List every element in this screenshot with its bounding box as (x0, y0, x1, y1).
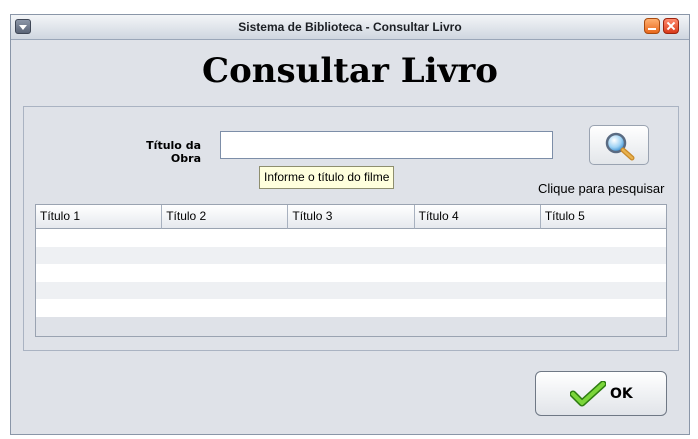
ok-button[interactable]: OK (535, 371, 667, 416)
window-title: Sistema de Biblioteca - Consultar Livro (238, 20, 462, 34)
table-row[interactable] (36, 299, 666, 317)
column-header[interactable]: Título 2 (162, 205, 289, 229)
table-row[interactable] (36, 229, 666, 247)
search-button[interactable] (589, 125, 649, 165)
table-header: Título 1 Título 2 Título 3 Título 4 Títu… (36, 205, 666, 229)
title-bar[interactable]: Sistema de Biblioteca - Consultar Livro (11, 15, 689, 40)
table-row[interactable] (36, 281, 666, 299)
column-header[interactable]: Título 1 (36, 205, 163, 229)
column-header[interactable]: Título 4 (414, 205, 541, 229)
search-hint: Clique para pesquisar (538, 181, 665, 196)
page-title: Consultar Livro (202, 51, 498, 91)
checkmark-icon (570, 381, 606, 407)
results-table[interactable]: Título 1 Título 2 Título 3 Título 4 Títu… (35, 204, 667, 337)
table-row[interactable] (36, 264, 666, 282)
magnifier-icon (605, 132, 635, 161)
column-header[interactable]: Título 3 (288, 205, 415, 229)
ok-button-label: OK (610, 386, 633, 402)
close-icon[interactable] (663, 18, 679, 34)
title-tooltip: Informe o título do filme (259, 166, 395, 189)
column-header[interactable]: Título 5 (540, 205, 666, 229)
table-row[interactable] (36, 246, 666, 264)
main-window: Sistema de Biblioteca - Consultar Livro … (10, 14, 690, 435)
title-field-label: Título da Obra (146, 139, 201, 165)
minimize-icon[interactable] (644, 18, 660, 34)
title-input[interactable] (220, 131, 553, 159)
